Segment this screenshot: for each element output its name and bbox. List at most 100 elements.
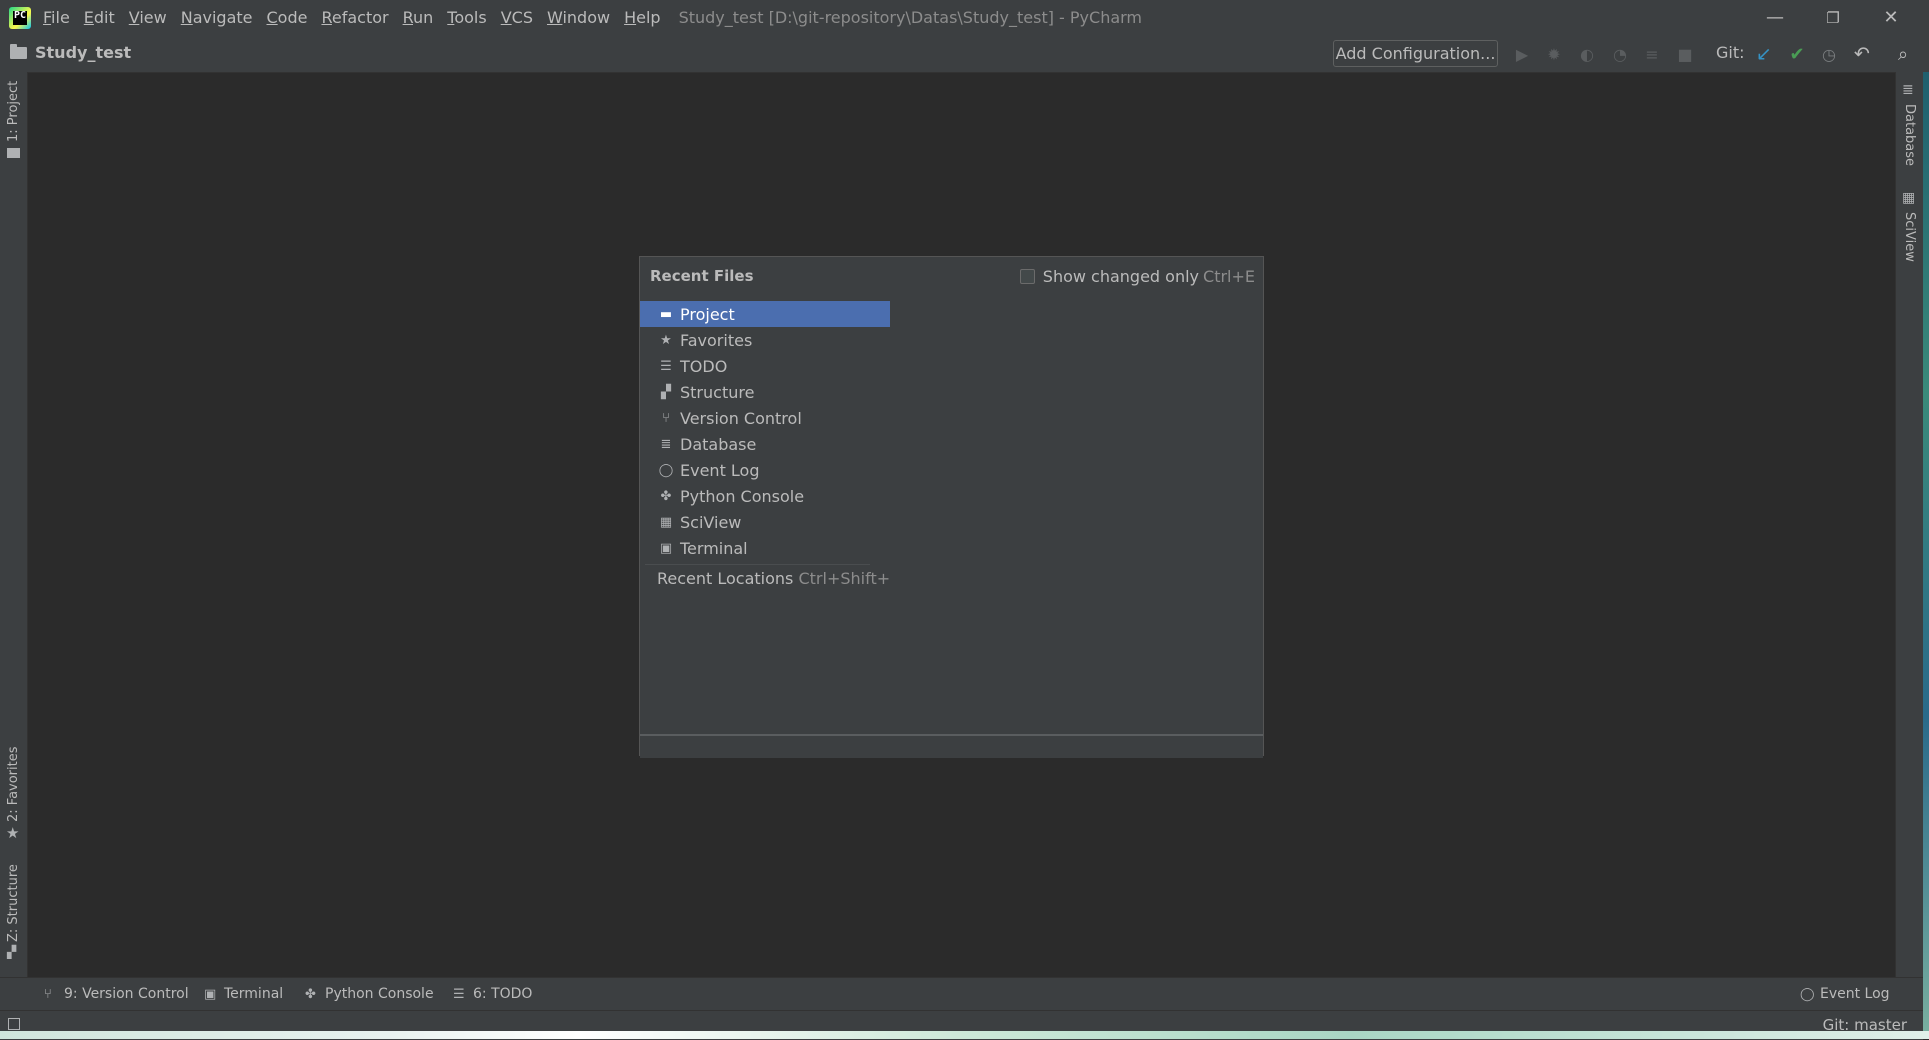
tool-window-item-label: SciView xyxy=(680,512,742,532)
event-log-tool-button[interactable]: ◯ Event Log xyxy=(1800,986,1890,1002)
popup-title: Recent Files xyxy=(650,267,754,285)
todo-tool-button[interactable]: ☰ 6: TODO xyxy=(453,986,532,1002)
window-title: Study_test [D:\git-repository\Datas\Stud… xyxy=(678,8,1143,27)
git-commit-icon[interactable]: ✔ xyxy=(1788,44,1806,65)
python-icon: ✤ xyxy=(660,488,672,504)
tool-window-item-favorites[interactable]: ★ Favorites xyxy=(640,327,890,353)
project-folder-icon xyxy=(7,148,20,158)
terminal-tool-button[interactable]: ▣ Terminal xyxy=(204,986,283,1002)
tool-window-item-project[interactable]: ▬ Project xyxy=(640,301,890,327)
folder-icon xyxy=(10,43,27,59)
version-control-tool-button[interactable]: ⑂ 9: Version Control xyxy=(44,986,189,1002)
tool-window-item-label: Structure xyxy=(680,382,755,402)
menu-file[interactable]: File xyxy=(43,8,70,27)
rollback-icon[interactable]: ↶ xyxy=(1853,43,1871,65)
python-icon: ✤ xyxy=(305,986,316,1002)
tool-window-item-structure[interactable]: ▞ Structure xyxy=(640,379,890,405)
menu-vcs[interactable]: VCS xyxy=(501,8,533,27)
menu-code[interactable]: Code xyxy=(267,8,308,27)
tool-window-item-label: Event Log xyxy=(680,460,760,480)
python-console-label: Python Console xyxy=(325,986,434,1002)
tool-windows-toggle-icon[interactable] xyxy=(8,1018,20,1030)
structure-icon: ▞ xyxy=(661,384,671,400)
right-tool-stripe: ≣ Database ▦ SciView xyxy=(1895,72,1924,977)
pycharm-logo-icon: PC xyxy=(9,6,31,29)
tool-window-item-event-log[interactable]: ◯ Event Log xyxy=(640,457,890,483)
profile-icon[interactable]: ◔ xyxy=(1611,45,1629,64)
list-separator xyxy=(645,564,870,565)
sciview-icon: ▦ xyxy=(1902,190,1916,206)
menu-run[interactable]: Run xyxy=(403,8,434,27)
tool-window-item-todo[interactable]: ☰ TODO xyxy=(640,353,890,379)
menu-navigate[interactable]: Navigate xyxy=(181,8,253,27)
menu-help[interactable]: Help xyxy=(624,8,660,27)
speech-bubble-icon: ◯ xyxy=(658,462,674,478)
tool-window-item-label: TODO xyxy=(680,356,728,376)
star-icon: ★ xyxy=(660,332,672,348)
python-console-tool-button[interactable]: ✤ Python Console xyxy=(305,986,434,1002)
menu-view[interactable]: View xyxy=(129,8,167,27)
menu-edit[interactable]: Edit xyxy=(84,8,115,27)
minimize-button[interactable]: — xyxy=(1746,0,1804,35)
speech-bubble-icon: ◯ xyxy=(1800,986,1815,1002)
tool-window-item-version-control[interactable]: ⑂ Version Control xyxy=(640,405,890,431)
recent-locations-item[interactable]: Recent Locations Ctrl+Shift+ xyxy=(657,569,890,588)
run-icon[interactable]: ▶ xyxy=(1513,45,1531,64)
structure-icon: ▞ xyxy=(7,945,17,959)
close-button[interactable]: ✕ xyxy=(1862,0,1920,35)
recent-files-popup: Recent Files Show changed only Ctrl+E ▬ P… xyxy=(639,256,1264,758)
title-bar: PC File Edit View Navigate Code Refactor… xyxy=(0,0,1929,35)
coverage-icon[interactable]: ◐ xyxy=(1578,45,1596,64)
git-update-icon[interactable]: ↙ xyxy=(1755,43,1773,65)
database-icon: ≣ xyxy=(660,436,672,452)
navigation-bar: Study_test Add Configuration... ▶ ✹ ◐ ◔ … xyxy=(0,35,1929,73)
list-icon: ☰ xyxy=(453,986,465,1002)
restore-button[interactable]: ❐ xyxy=(1804,0,1862,35)
add-configuration-button[interactable]: Add Configuration... xyxy=(1333,40,1498,67)
debug-icon[interactable]: ✹ xyxy=(1545,45,1563,64)
favorites-tool-button[interactable]: 2: Favorites xyxy=(6,746,21,822)
tool-window-item-terminal[interactable]: ▣ Terminal xyxy=(640,535,890,561)
show-changed-shortcut: Ctrl+E xyxy=(1203,267,1255,286)
project-name: Study_test xyxy=(35,43,132,62)
checkbox-box[interactable] xyxy=(1019,269,1035,284)
desktop-taskbar-strip xyxy=(0,1031,1929,1039)
tool-window-item-python-console[interactable]: ✤ Python Console xyxy=(640,483,890,509)
database-tool-button[interactable]: Database xyxy=(1902,104,1917,166)
stop-icon[interactable]: ■ xyxy=(1676,45,1694,64)
menu-refactor[interactable]: Refactor xyxy=(321,8,388,27)
todo-label: 6: TODO xyxy=(473,986,533,1002)
recent-locations-shortcut: Ctrl+Shift+ xyxy=(798,569,891,588)
event-log-label: Event Log xyxy=(1820,986,1890,1002)
recent-locations-label: Recent Locations xyxy=(657,569,794,588)
tool-window-item-label: Terminal xyxy=(680,538,748,558)
grid-icon: ▦ xyxy=(659,514,673,530)
popup-footer xyxy=(640,734,1263,758)
tool-window-item-label: Database xyxy=(680,434,757,454)
list-icon: ☰ xyxy=(660,358,672,374)
menu-tools[interactable]: Tools xyxy=(447,8,486,27)
show-changed-label: Show changed only xyxy=(1042,267,1200,286)
tool-window-item-label: Favorites xyxy=(680,330,753,350)
tool-window-item-label: Python Console xyxy=(680,486,805,506)
tool-window-item-sciview[interactable]: ▦ SciView xyxy=(640,509,890,535)
git-label: Git: xyxy=(1716,43,1745,62)
tool-window-list: ▬ Project ★ Favorites ☰ TODO ▞ Structure ⑂ Versio… xyxy=(640,301,890,561)
breadcrumb[interactable]: Study_test xyxy=(10,43,131,62)
terminal-icon: ▣ xyxy=(204,986,217,1002)
branch-icon: ⑂ xyxy=(44,986,52,1002)
desktop-wallpaper-edge xyxy=(1923,72,1929,1039)
search-icon[interactable]: ⌕ xyxy=(1894,44,1912,65)
sciview-tool-button[interactable]: SciView xyxy=(1902,212,1917,262)
concurrency-icon[interactable]: ≡ xyxy=(1643,45,1661,64)
project-tool-button[interactable]: 1: Project xyxy=(6,81,21,142)
history-icon[interactable]: ◷ xyxy=(1820,45,1838,64)
tool-window-item-database[interactable]: ≣ Database xyxy=(640,431,890,457)
star-icon: ★ xyxy=(6,824,20,842)
show-changed-only-checkbox[interactable]: Show changed only Ctrl+E xyxy=(1019,267,1255,286)
menu-window[interactable]: Window xyxy=(547,8,610,27)
structure-tool-button[interactable]: Z: Structure xyxy=(6,864,21,942)
terminal-icon: ▣ xyxy=(659,540,673,556)
branch-icon: ⑂ xyxy=(662,410,670,426)
database-icon: ≣ xyxy=(1902,82,1914,98)
